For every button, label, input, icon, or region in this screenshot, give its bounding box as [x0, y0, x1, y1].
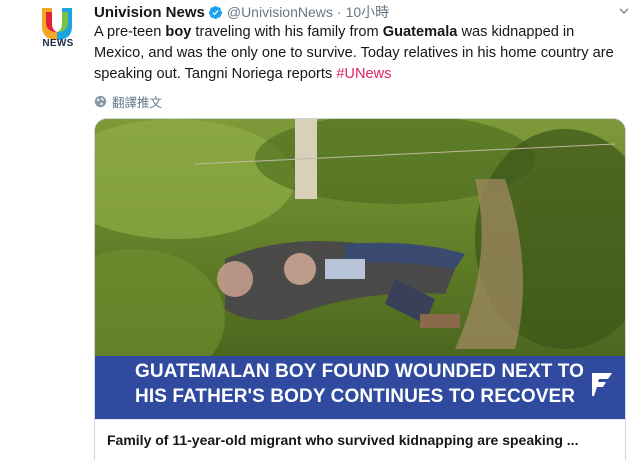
display-name[interactable]: Univision News: [94, 4, 205, 21]
keyword-boy: boy: [165, 24, 192, 40]
tweet[interactable]: NEWS Univision News @UnivisionNews · 10小…: [0, 0, 643, 460]
banner-headline-line-1: GUATEMALAN BOY FOUND WOUNDED NEXT TO: [135, 361, 585, 382]
chevron-down-icon[interactable]: [619, 6, 629, 16]
tweet-text-part: A pre-teen: [94, 24, 166, 40]
link-card[interactable]: GUATEMALAN BOY FOUND WOUNDED NEXT TO HIS…: [94, 118, 626, 460]
translate-tweet-button[interactable]: 翻譯推文: [94, 92, 162, 111]
handle[interactable]: @UnivisionNews: [227, 4, 333, 20]
tweet-header: Univision News @UnivisionNews · 10小時: [94, 3, 389, 21]
card-title[interactable]: Family of 11-year-old migrant who surviv…: [107, 432, 578, 448]
globe-icon: [94, 95, 107, 108]
keyword-guatemala: Guatemala: [382, 24, 458, 40]
card-footer[interactable]: Family of 11-year-old migrant who surviv…: [95, 419, 625, 460]
banner-headline-line-2: HIS FATHER'S BODY CONTINUES TO RECOVER: [135, 386, 576, 407]
tweet-text-part: traveling with his family from: [191, 24, 383, 40]
tweet-text: A pre-teen boy traveling with his family…: [94, 22, 624, 85]
translate-label: 翻譯推文: [112, 96, 163, 110]
separator-dot: ·: [336, 4, 342, 20]
hashtag-link[interactable]: #UNews: [336, 66, 391, 82]
avatar-label: NEWS: [42, 38, 74, 49]
video-banner: GUATEMALAN BOY FOUND WOUNDED NEXT TO HIS…: [95, 356, 625, 419]
timestamp[interactable]: 10小時: [346, 2, 390, 22]
verified-badge-icon: [208, 5, 222, 19]
fusion-logo-icon: [592, 373, 612, 396]
